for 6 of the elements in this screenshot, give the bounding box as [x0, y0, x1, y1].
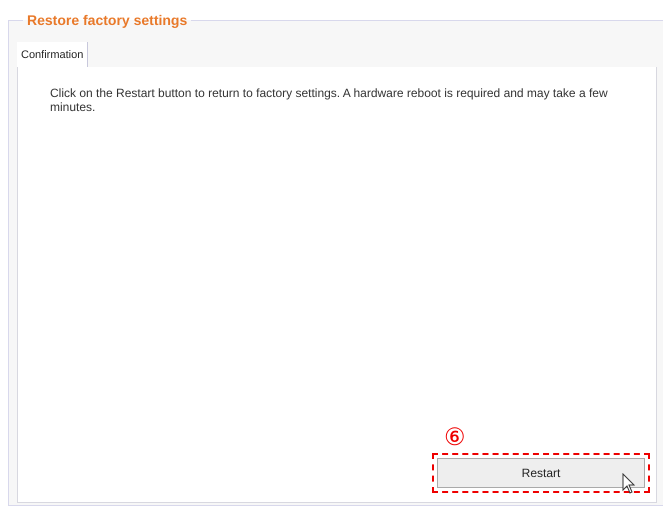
restart-button[interactable]: Restart — [437, 458, 645, 488]
cursor-icon — [622, 473, 636, 495]
section-title: Restore factory settings — [26, 12, 188, 28]
message-text: Click on the Restart button to return to factory settings. A hardware reboot is required and may take a few minutes. — [50, 86, 609, 114]
callout-number: ⑥ — [444, 424, 466, 452]
tab[interactable]: Confirmation — [17, 42, 88, 67]
